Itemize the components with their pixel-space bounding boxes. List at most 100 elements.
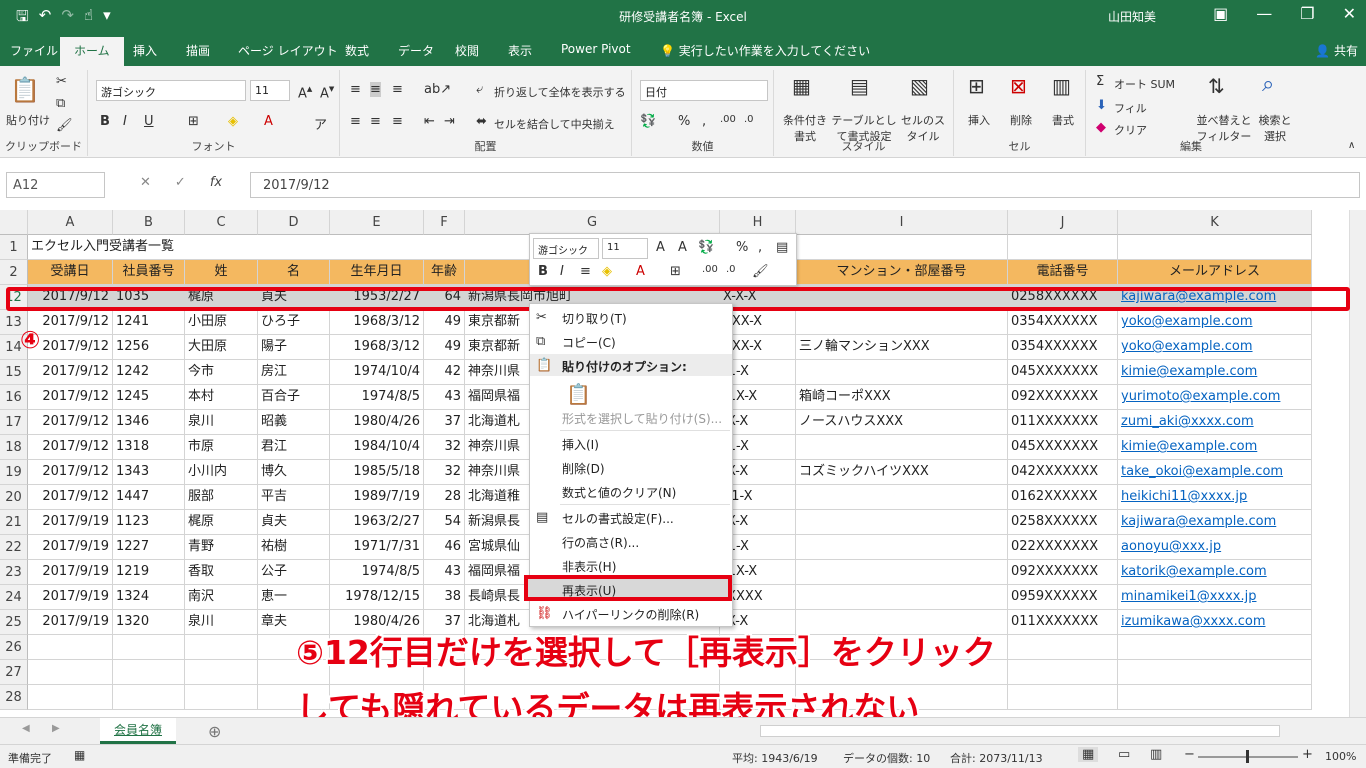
- row-header[interactable]: 23: [0, 560, 28, 585]
- table-cell[interactable]: 0354XXXXXX: [1008, 310, 1118, 335]
- cut-icon[interactable]: ✂: [56, 74, 67, 89]
- table-cell[interactable]: 青野: [185, 535, 258, 560]
- column-header[interactable]: E: [330, 210, 424, 235]
- horizontal-scrollbar[interactable]: [760, 725, 1280, 737]
- menu-delete[interactable]: 削除(D): [562, 460, 605, 477]
- table-cell[interactable]: 2017/9/19: [28, 610, 113, 635]
- table-cell[interactable]: 本村: [185, 385, 258, 410]
- table-cell[interactable]: 42: [424, 360, 465, 385]
- vertical-scrollbar[interactable]: [1349, 210, 1366, 717]
- tab-power-pivot[interactable]: Power Pivot: [561, 42, 631, 56]
- underline-icon[interactable]: U: [144, 114, 154, 129]
- table-cell[interactable]: 1974/10/4: [330, 360, 424, 385]
- tab-file[interactable]: ファイル: [10, 42, 58, 59]
- restore-icon[interactable]: ❐: [1300, 4, 1314, 23]
- table-cell[interactable]: 1985/5/18: [330, 460, 424, 485]
- font-color-icon[interactable]: A: [636, 264, 645, 279]
- table-cell[interactable]: kimie@example.com: [1118, 435, 1312, 460]
- table-cell[interactable]: [796, 510, 1008, 535]
- column-header[interactable]: H: [720, 210, 796, 235]
- table-cell[interactable]: 2017/9/12: [28, 310, 113, 335]
- clear-button[interactable]: クリア: [1114, 122, 1147, 138]
- user-name[interactable]: 山田知美: [1108, 8, 1156, 25]
- table-cell[interactable]: [28, 685, 113, 710]
- table-cell[interactable]: 0354XXXXXX: [1008, 335, 1118, 360]
- menu-paste-special[interactable]: 形式を選択して貼り付け(S)...: [562, 410, 722, 427]
- table-cell[interactable]: 1974/8/5: [330, 560, 424, 585]
- table-cell[interactable]: 1245: [113, 385, 185, 410]
- mini-size-combo[interactable]: 11: [602, 238, 648, 259]
- row-header[interactable]: 2: [0, 260, 28, 285]
- table-cell[interactable]: [1008, 635, 1118, 660]
- table-cell[interactable]: 陽子: [258, 335, 330, 360]
- table-cell[interactable]: 1989/7/19: [330, 485, 424, 510]
- row-header[interactable]: 22: [0, 535, 28, 560]
- row-header[interactable]: 20: [0, 485, 28, 510]
- merge-center-button[interactable]: セルを結合して中央揃え: [494, 116, 615, 132]
- table-cell[interactable]: 今市: [185, 360, 258, 385]
- table-cell[interactable]: [796, 435, 1008, 460]
- collapse-ribbon-icon[interactable]: ∧: [1348, 140, 1355, 151]
- menu-format-cells[interactable]: セルの書式設定(F)...: [562, 510, 674, 527]
- table-cell[interactable]: zumi_aki@xxxx.com: [1118, 410, 1312, 435]
- table-cell[interactable]: 服部: [185, 485, 258, 510]
- paste-button[interactable]: 貼り付け: [6, 112, 50, 128]
- table-cell[interactable]: 1256: [113, 335, 185, 360]
- align-center-icon[interactable]: ≡: [370, 114, 381, 129]
- ribbon-display-icon[interactable]: ▣: [1213, 4, 1228, 23]
- table-cell[interactable]: 1963/2/27: [330, 510, 424, 535]
- tab-draw[interactable]: 描画: [186, 42, 210, 59]
- table-cell[interactable]: 1241: [113, 310, 185, 335]
- column-header[interactable]: K: [1118, 210, 1312, 235]
- align-right-icon[interactable]: ≡: [392, 114, 403, 129]
- table-cell[interactable]: 042XXXXXXX: [1008, 460, 1118, 485]
- delete-cells-button[interactable]: 削除: [1010, 112, 1032, 128]
- format-cells-icon[interactable]: ▤: [776, 240, 788, 255]
- table-cell[interactable]: コズミックハイツXXX: [796, 460, 1008, 485]
- comma-icon[interactable]: ,: [702, 114, 706, 129]
- table-cell[interactable]: 香取: [185, 560, 258, 585]
- table-cell[interactable]: 恵一: [258, 585, 330, 610]
- table-cell[interactable]: 1320: [113, 610, 185, 635]
- zoom-slider-thumb[interactable]: [1246, 750, 1249, 763]
- table-cell[interactable]: [796, 360, 1008, 385]
- sheet-tab-members[interactable]: 会員名簿: [100, 718, 176, 744]
- table-cell[interactable]: [796, 535, 1008, 560]
- font-size-combo[interactable]: 11: [250, 80, 290, 101]
- fill-color-icon[interactable]: ◈: [602, 264, 612, 279]
- table-cell[interactable]: 君江: [258, 435, 330, 460]
- eraser-icon[interactable]: ◆: [1096, 120, 1106, 135]
- table-cell[interactable]: 1242: [113, 360, 185, 385]
- column-title[interactable]: 受講日: [28, 260, 113, 285]
- table-cell[interactable]: 三ノ輪マンションXXX: [796, 335, 1008, 360]
- wrap-text-button[interactable]: 折り返して全体を表示する: [494, 84, 626, 100]
- table-cell[interactable]: take_okoi@example.com: [1118, 460, 1312, 485]
- border-icon[interactable]: ⊞: [670, 264, 681, 279]
- phonetic-icon[interactable]: ア: [314, 114, 327, 133]
- menu-remove-hyperlink[interactable]: ハイパーリンクの削除(R): [562, 606, 699, 623]
- table-cell[interactable]: 0162XXXXXX: [1008, 485, 1118, 510]
- table-cell[interactable]: 2017/9/12: [28, 460, 113, 485]
- close-icon[interactable]: ✕: [1343, 4, 1356, 23]
- row-header[interactable]: 27: [0, 660, 28, 685]
- row-header[interactable]: 17: [0, 410, 28, 435]
- column-title[interactable]: 名: [258, 260, 330, 285]
- normal-view-icon[interactable]: ▦: [1078, 747, 1099, 762]
- row-header[interactable]: 15: [0, 360, 28, 385]
- insert-cells-icon[interactable]: ⊞: [968, 74, 985, 98]
- table-cell[interactable]: 市原: [185, 435, 258, 460]
- new-sheet-icon[interactable]: ⊕: [208, 722, 221, 741]
- table-cell[interactable]: 2017/9/12: [28, 435, 113, 460]
- menu-copy[interactable]: コピー(C): [562, 334, 616, 351]
- table-cell[interactable]: 49: [424, 310, 465, 335]
- currency-icon[interactable]: 💱: [640, 114, 656, 129]
- column-header[interactable]: B: [113, 210, 185, 235]
- table-cell[interactable]: [113, 660, 185, 685]
- format-painter-icon[interactable]: 🖌: [752, 264, 769, 279]
- table-cell[interactable]: 43: [424, 560, 465, 585]
- table-cell[interactable]: [113, 635, 185, 660]
- copy-icon[interactable]: ⧉: [56, 96, 65, 111]
- bold-icon[interactable]: B: [100, 114, 110, 129]
- border-icon[interactable]: ⊞: [188, 114, 199, 129]
- column-title[interactable]: マンション・部屋番号: [796, 260, 1008, 285]
